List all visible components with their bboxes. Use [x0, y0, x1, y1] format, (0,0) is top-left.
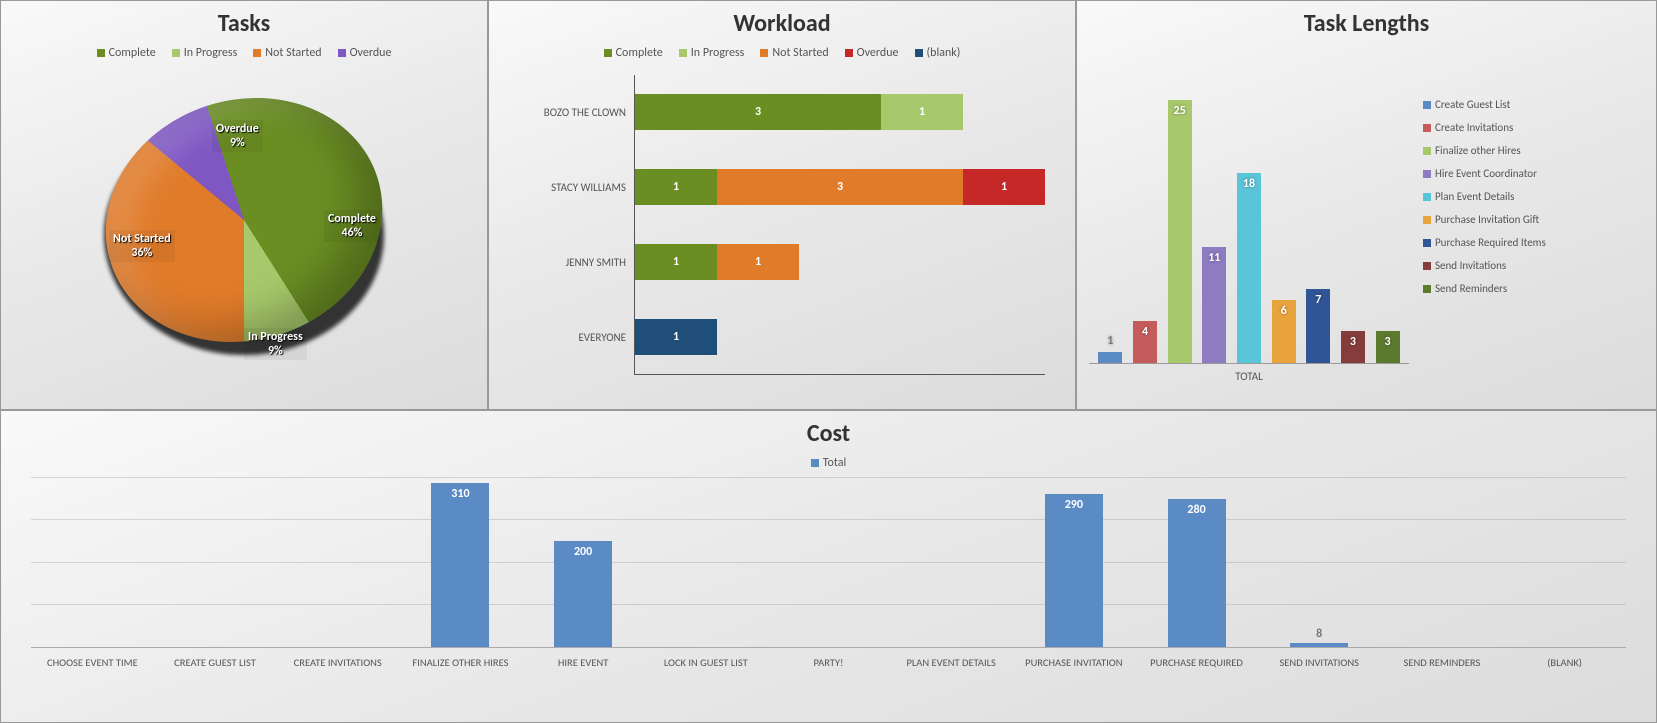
workload-segment: 1 [717, 244, 799, 280]
workload-bar-row: 31 [635, 75, 1045, 150]
x-axis-label: TOTAL [1089, 370, 1409, 383]
cost-chart: 310 200 290 280 8 CHOOSE EVENT TIMECREATE GU… [31, 478, 1626, 669]
task-lengths-panel: Task Lengths 142511186733 TOTAL Create G… [1076, 0, 1657, 410]
workload-panel: Workload Complete In Progress Not Starte… [488, 0, 1076, 410]
cost-column: 290 [1013, 478, 1136, 647]
x-axis-label: PURCHASE INVITATION [1013, 656, 1136, 669]
cost-column [767, 478, 890, 647]
legend-item: Send Invitations [1423, 259, 1643, 272]
legend-item: Not Started [253, 46, 321, 60]
cost-column [890, 478, 1013, 647]
axis-label: EVERYONE [489, 300, 634, 375]
x-axis-label: PARTY! [767, 656, 890, 669]
legend-item: Purchase Required Items [1423, 236, 1643, 249]
cost-column [644, 478, 767, 647]
legend-item: Complete [97, 46, 156, 60]
cost-bar: 200 [554, 541, 612, 647]
tasks-pie: Complete46% In Progress9% Not Started36%… [64, 70, 424, 370]
legend-item: Overdue [338, 46, 392, 60]
workload-segment: 1 [635, 244, 717, 280]
tasks-legend: Complete In Progress Not Started Overdue [1, 46, 487, 60]
x-axis-label: FINALIZE OTHER HIRES [399, 656, 522, 669]
task-length-bar: 1 [1098, 352, 1122, 363]
x-axis-label: CREATE GUEST LIST [154, 656, 277, 669]
legend-item: Overdue [845, 46, 899, 60]
pie-slice-label: Not Started36% [109, 230, 175, 262]
task-length-bar: 3 [1341, 331, 1365, 363]
workload-segment: 1 [635, 319, 717, 355]
task-lengths-legend: Create Guest List Create Invitations Final… [1409, 68, 1651, 383]
x-axis-label: (BLANK) [1503, 656, 1626, 669]
legend-item: In Progress [172, 46, 238, 60]
workload-bar-row: 1 [635, 299, 1045, 374]
x-axis-label: SEND REMINDERS [1381, 656, 1504, 669]
task-length-bar: 25 [1168, 100, 1192, 363]
workload-legend: Complete In Progress Not Started Overdue… [489, 46, 1075, 60]
cost-panel: Cost Total 310 200 290 280 8 CHOOSE EVENT TI… [0, 410, 1657, 723]
legend-item: Purchase Invitation Gift [1423, 213, 1643, 226]
cost-column: 280 [1135, 478, 1258, 647]
legend-item: Send Reminders [1423, 282, 1643, 295]
legend-item: Finalize other Hires [1423, 144, 1643, 157]
x-axis-label: LOCK IN GUEST LIST [644, 656, 767, 669]
cost-bar: 290 [1045, 494, 1103, 647]
tasks-panel: Tasks Complete In Progress Not Started O… [0, 0, 488, 410]
task-length-bar: 11 [1202, 247, 1226, 363]
x-axis-label: HIRE EVENT [522, 656, 645, 669]
task-length-bar: 4 [1133, 321, 1157, 363]
cost-bar: 8 [1290, 643, 1348, 647]
x-axis-label: CREATE INVITATIONS [276, 656, 399, 669]
legend-item: Create Invitations [1423, 121, 1643, 134]
cost-column [276, 478, 399, 647]
pie-slice-label: Overdue9% [212, 120, 263, 152]
legend-item: (blank) [915, 46, 961, 60]
workload-bar-row: 131 [635, 150, 1045, 225]
task-lengths-title: Task Lengths [1077, 9, 1656, 38]
workload-segment: 3 [635, 94, 881, 130]
cost-column: 8 [1258, 478, 1381, 647]
legend-item: Total [811, 456, 846, 470]
cost-column [1381, 478, 1504, 647]
pie-slice-label: Complete46% [324, 210, 380, 242]
axis-label: STACY WILLIAMS [489, 150, 634, 225]
cost-column: 310 [399, 478, 522, 647]
x-axis-label: PURCHASE REQUIRED [1135, 656, 1258, 669]
cost-column: 200 [522, 478, 645, 647]
cost-column [31, 478, 154, 647]
task-length-bar: 6 [1272, 300, 1296, 363]
workload-segment: 1 [963, 169, 1045, 205]
task-length-bar: 3 [1376, 331, 1400, 363]
legend-item: Create Guest List [1423, 98, 1643, 111]
cost-bar: 280 [1168, 499, 1226, 647]
cost-bar: 310 [431, 483, 489, 647]
workload-segment: 3 [717, 169, 963, 205]
x-axis-label: SEND INVITATIONS [1258, 656, 1381, 669]
legend-item: Plan Event Details [1423, 190, 1643, 203]
tasks-title: Tasks [1, 9, 487, 38]
workload-segment: 1 [881, 94, 963, 130]
legend-item: Complete [604, 46, 663, 60]
axis-label: JENNY SMITH [489, 225, 634, 300]
workload-segment: 1 [635, 169, 717, 205]
task-length-bar: 18 [1237, 173, 1261, 363]
cost-legend: Total [1, 456, 1656, 470]
x-axis-label: PLAN EVENT DETAILS [890, 656, 1013, 669]
task-lengths-chart: 142511186733 TOTAL [1089, 68, 1409, 383]
x-axis-label: CHOOSE EVENT TIME [31, 656, 154, 669]
workload-chart: BOZO THE CLOWN STACY WILLIAMS JENNY SMIT… [489, 75, 1045, 375]
cost-column [1503, 478, 1626, 647]
axis-label: BOZO THE CLOWN [489, 75, 634, 150]
cost-column [154, 478, 277, 647]
legend-item: In Progress [679, 46, 745, 60]
workload-title: Workload [489, 9, 1075, 38]
legend-item: Not Started [760, 46, 828, 60]
task-length-bar: 7 [1306, 289, 1330, 363]
workload-bar-row: 11 [635, 225, 1045, 300]
cost-title: Cost [1, 419, 1656, 448]
legend-item: Hire Event Coordinator [1423, 167, 1643, 180]
pie-slice-label: In Progress9% [244, 328, 307, 360]
